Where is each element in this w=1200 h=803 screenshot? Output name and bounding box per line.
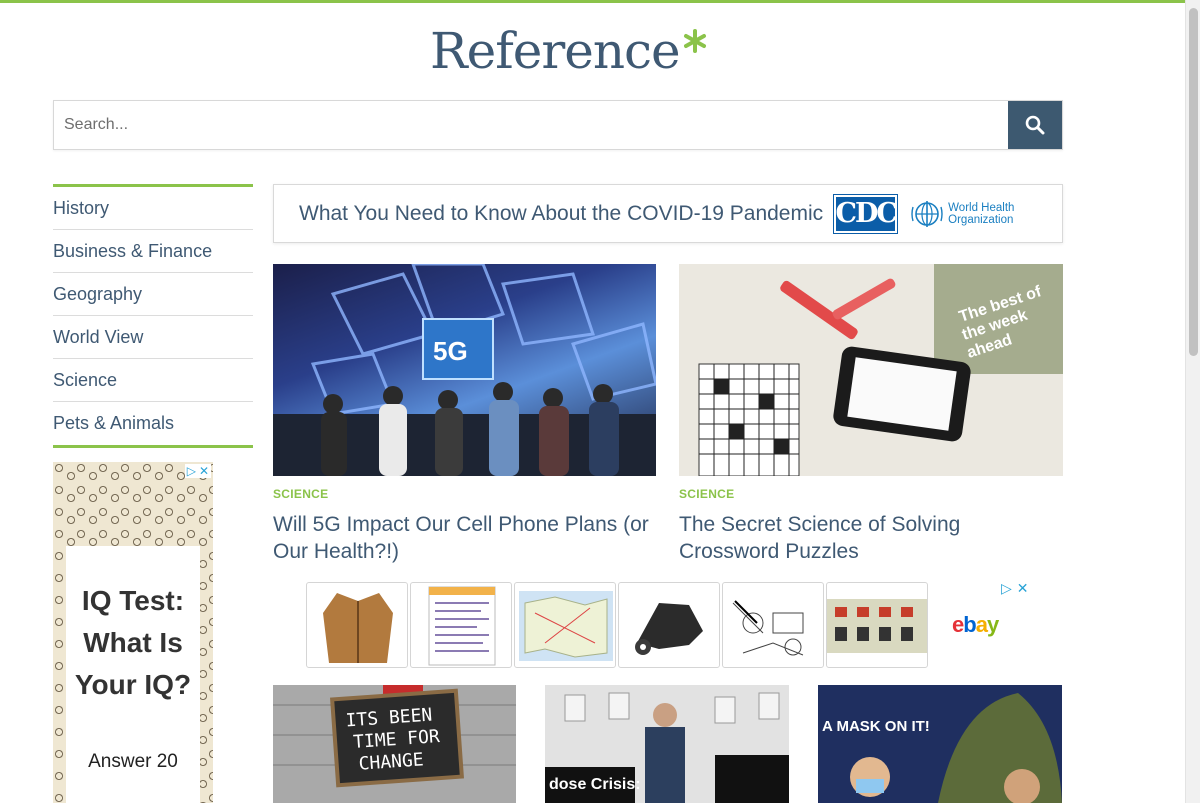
ad-choices-icon: ▷ <box>1001 580 1012 596</box>
article-title-crossword[interactable]: The Secret Science of Solving Crossword … <box>679 511 1063 565</box>
category-sidebar: History Business & Finance Geography Wor… <box>53 184 253 448</box>
ad-close-icon[interactable]: ✕ <box>199 464 209 478</box>
search-button[interactable] <box>1008 101 1062 149</box>
article-image-overdose-rally[interactable]: dose Crisis: <box>545 685 789 803</box>
ad-product-map[interactable] <box>514 582 616 668</box>
article-image-crossword[interactable]: The best of the week ahead <box>679 264 1063 476</box>
svg-text:ebay: ebay <box>952 612 1000 637</box>
ebay-wordmark: ebay <box>952 612 1001 637</box>
article-category[interactable]: SCIENCE <box>273 487 328 501</box>
crossword-illustration: The best of the week ahead <box>679 264 1063 476</box>
svg-text:5G: 5G <box>433 336 468 366</box>
cdc-logo: CDC <box>833 193 899 234</box>
covid-banner-text: What You Need to Know About the COVID-19… <box>299 201 824 225</box>
page-scrollbar[interactable] <box>1185 0 1200 803</box>
ebay-logo[interactable]: ebay ebay <box>952 612 1012 644</box>
asterisk-icon <box>683 29 706 53</box>
rally-sign-text: dose Crisis: <box>549 776 641 793</box>
sidebar-advertisement[interactable]: ▷ ✕ IQ Test: What Is Your IQ? Answer 20 <box>53 462 213 803</box>
ad-product-document[interactable] <box>410 582 512 668</box>
ad-strip-choices[interactable]: ▷ ✕ <box>1001 580 1029 597</box>
sidebar-item-history[interactable]: History <box>53 187 253 230</box>
search-icon <box>1025 115 1045 135</box>
covid-banner[interactable]: What You Need to Know About the COVID-19… <box>273 184 1063 243</box>
sidebar-item-pets-animals[interactable]: Pets & Animals <box>53 402 253 445</box>
document-image <box>428 586 496 666</box>
ad-choices[interactable]: ▷ ✕ <box>184 464 211 478</box>
site-logo[interactable]: Reference <box>430 22 708 80</box>
jacket-image <box>323 593 393 663</box>
ad-choices-icon: ▷ <box>186 464 196 478</box>
parts-diagram-image <box>732 600 804 656</box>
mask-briefing-illustration: A MASK ON IT! <box>818 685 1062 803</box>
circuit-board-image <box>827 599 927 653</box>
ad-headline: IQ Test: What Is Your IQ? <box>74 585 192 700</box>
ad-card: IQ Test: What Is Your IQ? Answer 20 <box>66 546 200 803</box>
mask-sign-text: A MASK ON IT! <box>822 718 930 735</box>
who-logo-text: World Health Organization <box>948 201 1015 226</box>
ad-close-icon[interactable]: ✕ <box>1017 580 1029 597</box>
scrollbar-thumb[interactable] <box>1189 8 1198 356</box>
ad-product-jacket[interactable] <box>306 582 408 668</box>
protest-sign-illustration: ITS BEEN TIME FOR CHANGE <box>273 685 516 803</box>
article-image-mask-briefing[interactable]: A MASK ON IT! <box>818 685 1062 803</box>
ad-product-diagram[interactable] <box>722 582 824 668</box>
article-category[interactable]: SCIENCE <box>679 487 734 501</box>
5g-expo-illustration: 5G <box>273 264 656 476</box>
sidebar-item-science[interactable]: Science <box>53 359 253 402</box>
article-image-protest-sign[interactable]: ITS BEEN TIME FOR CHANGE <box>273 685 516 803</box>
ad-product-part[interactable] <box>618 582 720 668</box>
article-title-5g[interactable]: Will 5G Impact Our Cell Phone Plans (or … <box>273 511 656 565</box>
auto-part-image <box>635 603 703 655</box>
who-logo: World Health Organization <box>910 199 1014 229</box>
ad-subtext: Answer 20 <box>88 751 178 772</box>
overdose-rally-illustration: dose Crisis: <box>545 685 789 803</box>
ad-product-circuit[interactable] <box>826 582 928 668</box>
sidebar-item-geography[interactable]: Geography <box>53 273 253 316</box>
logo-wordmark: Reference <box>430 22 681 80</box>
article-image-5g[interactable]: 5G <box>273 264 656 476</box>
who-globe-icon <box>911 200 943 227</box>
search-bar <box>53 100 1063 150</box>
sidebar-item-business-finance[interactable]: Business & Finance <box>53 230 253 273</box>
top-accent-bar <box>0 0 1185 3</box>
map-image <box>519 591 613 661</box>
product-ad-strip <box>306 582 928 668</box>
search-input[interactable] <box>54 101 1008 149</box>
sidebar-item-world-view[interactable]: World View <box>53 316 253 359</box>
